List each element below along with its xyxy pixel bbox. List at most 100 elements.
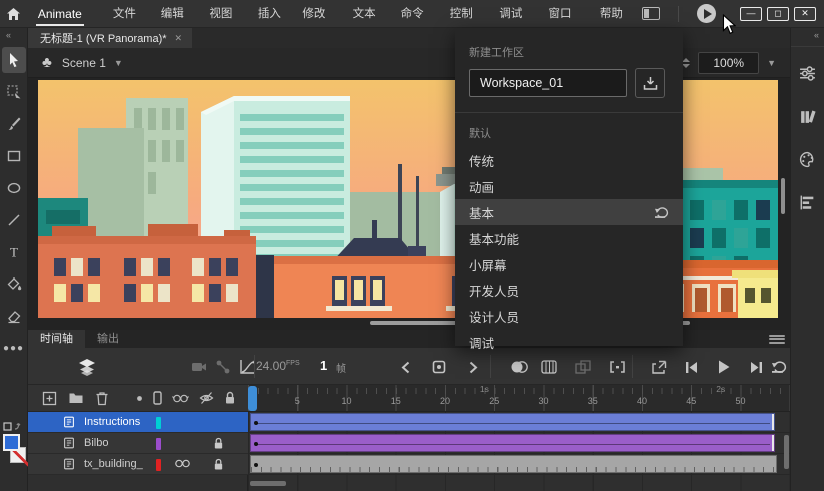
menu-item[interactable]: 文件(F) [106, 0, 154, 48]
delete-layer-icon[interactable] [95, 391, 109, 406]
workspace-layout-icon[interactable] [642, 7, 660, 20]
home-button[interactable] [0, 7, 28, 21]
new-layer-icon[interactable] [42, 391, 57, 406]
maximize-button[interactable]: ◻ [767, 6, 789, 21]
step-forward-icon[interactable] [747, 358, 765, 376]
lock-all-layers-icon[interactable] [224, 391, 236, 405]
frame-span-row-tx-building[interactable] [248, 454, 790, 475]
outline-column-icon[interactable] [153, 391, 162, 405]
document-tab[interactable]: 无标题-1 (VR Panorama)* ✕ [28, 28, 193, 48]
current-frame-value[interactable]: 1 [320, 358, 327, 373]
collapse-dock-icon[interactable]: « [791, 28, 824, 47]
scene-name[interactable]: Scene 1 [62, 56, 106, 70]
edit-multiple-frames-icon[interactable] [574, 358, 592, 376]
frames-area[interactable]: 1s 2s 5 10 15 20 25 30 35 40 45 50 [248, 384, 790, 491]
layer-row-bilbo[interactable]: Bilbo [28, 433, 248, 454]
layer-color-swatch[interactable] [156, 416, 161, 429]
tween-span[interactable] [250, 413, 775, 431]
new-folder-icon[interactable] [68, 391, 84, 405]
zoom-chevron-down-icon[interactable]: ▼ [767, 58, 776, 68]
tab-output[interactable]: 输出 [85, 330, 131, 348]
fps-value[interactable]: 24.00FPS [256, 359, 300, 373]
eraser-tool[interactable] [2, 303, 26, 329]
close-button[interactable]: ✕ [794, 6, 816, 21]
more-tools-button[interactable]: ●●● [2, 335, 26, 361]
step-back-icon[interactable] [682, 358, 700, 376]
camera-icon[interactable] [190, 358, 208, 376]
panel-menu-icon[interactable] [769, 333, 785, 345]
workspace-name-input[interactable] [469, 69, 627, 97]
timeline-ruler[interactable]: 1s 2s 5 10 15 20 25 30 35 40 45 50 [248, 384, 790, 412]
selection-tool[interactable] [1, 47, 26, 73]
workspace-item[interactable]: 开发人员 [455, 277, 683, 303]
app-menu-animate[interactable]: Animate [28, 0, 92, 28]
scene-chevron-down-icon[interactable]: ▼ [114, 58, 123, 68]
properties-panel-icon[interactable] [799, 65, 816, 82]
loop-range-icon[interactable] [608, 358, 626, 376]
collapse-tools-icon[interactable]: « [0, 28, 27, 44]
menu-item[interactable]: 插入(I) [251, 0, 296, 48]
tween-span[interactable] [250, 434, 775, 452]
text-tool[interactable]: T [2, 239, 26, 265]
hide-all-layers-icon[interactable] [199, 391, 214, 405]
menu-item[interactable]: 控制(O) [443, 0, 493, 48]
menu-item[interactable]: 窗口(W) [542, 0, 593, 48]
paint-bucket-tool[interactable] [2, 271, 26, 297]
save-workspace-button[interactable] [635, 68, 665, 98]
fill-color-swatch[interactable] [3, 434, 20, 451]
rectangle-tool[interactable] [2, 143, 26, 169]
stage-vertical-scrollbar[interactable] [781, 178, 785, 214]
line-tool[interactable] [2, 207, 26, 233]
menu-item[interactable]: 修改(M) [295, 0, 345, 48]
play-button-icon[interactable] [715, 358, 733, 376]
insert-keyframe-icon[interactable] [430, 358, 448, 376]
layer-row-tx-building[interactable]: tx_building_ [28, 454, 248, 475]
align-panel-icon[interactable] [799, 194, 816, 211]
advanced-layer-icon[interactable] [172, 392, 189, 404]
menu-item[interactable]: 编辑(E) [154, 0, 203, 48]
previous-frame-icon[interactable] [396, 358, 414, 376]
close-tab-icon[interactable]: ✕ [175, 33, 183, 44]
playhead[interactable] [248, 386, 257, 411]
workspace-item[interactable]: 设计人员 [455, 303, 683, 329]
frame-span-row-bilbo[interactable] [248, 433, 790, 454]
onion-skin-icon[interactable] [510, 358, 528, 376]
zoom-level-field[interactable]: 100% [698, 51, 760, 74]
lock-icon[interactable] [213, 458, 224, 471]
workspace-item[interactable]: 基本 [455, 199, 683, 225]
lock-icon[interactable] [213, 437, 224, 450]
brush-tool[interactable] [2, 111, 26, 137]
reset-workspace-icon[interactable] [654, 206, 669, 219]
frames-vertical-scrollbar[interactable] [784, 435, 789, 469]
layer-color-swatch[interactable] [156, 437, 161, 450]
export-frame-icon[interactable] [650, 358, 668, 376]
layer-color-swatch[interactable] [156, 458, 161, 471]
subselection-tool[interactable] [2, 79, 26, 105]
highlight-dot-icon[interactable] [136, 395, 143, 402]
onion-skin-outline-icon[interactable] [540, 358, 558, 376]
menu-item[interactable]: 调试(D) [492, 0, 541, 48]
library-panel-icon[interactable] [799, 108, 816, 125]
menu-item[interactable]: 帮助(H) [593, 0, 642, 48]
menu-item[interactable]: 文本(T) [346, 0, 394, 48]
oval-tool[interactable] [2, 175, 26, 201]
frames-horizontal-scrollbar[interactable] [250, 481, 286, 486]
static-frame-span[interactable] [250, 455, 777, 473]
workspace-item[interactable]: 小屏幕 [455, 251, 683, 277]
menu-item[interactable]: 命令(C) [394, 0, 443, 48]
layers-stack-icon[interactable] [78, 358, 96, 376]
zoom-stepper[interactable] [682, 57, 691, 68]
layer-parenting-icon[interactable] [214, 358, 232, 376]
advanced-layer-icon[interactable] [174, 457, 191, 469]
test-movie-button[interactable] [697, 4, 716, 23]
workspace-item[interactable]: 动画 [455, 173, 683, 199]
menu-item[interactable]: 视图(V) [202, 0, 251, 48]
layer-row-instructions[interactable]: Instructions [28, 412, 248, 433]
tab-timeline[interactable]: 时间轴 [28, 330, 85, 348]
frame-span-row-instructions[interactable] [248, 412, 790, 433]
swap-colors-icon[interactable] [3, 420, 23, 432]
workspace-item[interactable]: 基本功能 [455, 225, 683, 251]
workspace-item[interactable]: 传统 [455, 147, 683, 173]
rewind-loop-icon[interactable] [770, 358, 788, 376]
color-panel-icon[interactable] [799, 151, 816, 168]
